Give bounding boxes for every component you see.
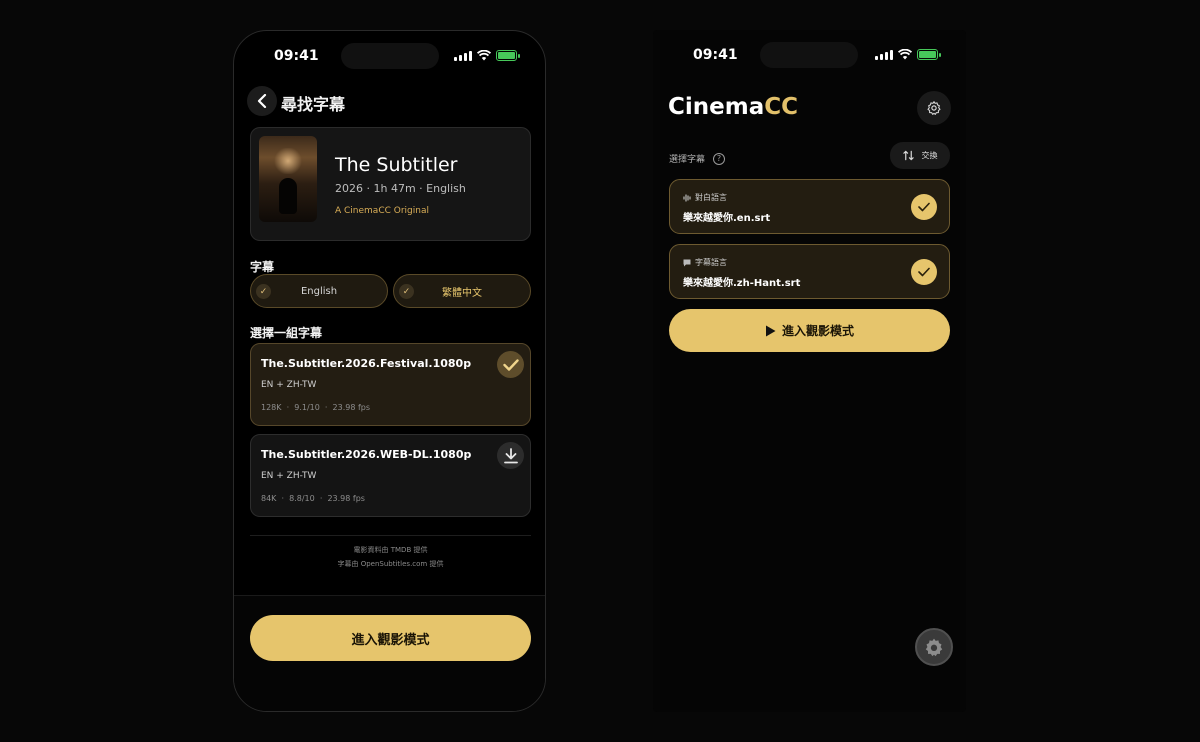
wifi-icon <box>898 49 912 60</box>
tmdb-credit: 電影資料由 TMDB 提供 <box>353 546 428 554</box>
opensubtitles-credit: 字幕由 OpenSubtitles.com 提供 <box>337 560 444 568</box>
wifi-icon <box>477 50 491 61</box>
dynamic-island <box>760 42 858 68</box>
select-subtitles-text: 選擇字幕 <box>669 155 706 165</box>
subtitles-section-label: 字幕 <box>250 260 275 274</box>
choose-set-label: 選擇一組字幕 <box>250 326 323 340</box>
check-icon <box>502 358 519 371</box>
dialogue-language-label: 對白語言 <box>683 192 727 203</box>
subtitle-set-stats: 128K · 9.1/10 · 23.98 fps <box>261 403 371 412</box>
check-icon <box>918 267 930 277</box>
file-label-text: 字幕語言 <box>695 258 727 267</box>
swap-icon <box>902 150 914 161</box>
check-icon: ✓ <box>256 284 271 299</box>
signal-icon <box>454 50 472 61</box>
language-pill-english[interactable]: ✓ English <box>250 274 388 308</box>
movie-meta: 2026 · 1h 47m · English <box>335 182 466 195</box>
dynamic-island <box>341 43 439 69</box>
status-icons <box>454 50 520 61</box>
check-icon: ✓ <box>399 284 414 299</box>
select-subtitles-label: 選擇字幕 ? <box>669 152 726 165</box>
status-icons <box>875 49 941 60</box>
signal-icon <box>875 49 893 60</box>
subtitle-search-screen: 09:41 尋找字幕 The Subtitler 2026 · 1h 47m ·… <box>233 30 546 712</box>
check-icon <box>918 202 930 212</box>
subtitle-set-card[interactable]: The.Subtitler.2026.Festival.1080p EN + Z… <box>250 343 531 426</box>
dialogue-language-file-card[interactable]: 對白語言 樂來越愛你.en.srt <box>669 179 950 234</box>
battery-icon <box>496 50 520 61</box>
settings-button[interactable] <box>917 91 951 125</box>
movie-title: The Subtitler <box>335 154 458 176</box>
swap-button[interactable]: 交換 <box>890 142 950 169</box>
download-button[interactable] <box>497 442 524 469</box>
subtitle-set-stats: 84K · 8.8/10 · 23.98 fps <box>261 494 365 503</box>
selected-check-button[interactable] <box>497 351 524 378</box>
audio-wave-icon <box>683 193 691 202</box>
speech-bubble-icon <box>683 259 691 266</box>
subtitle-set-name: The.Subtitler.2026.WEB-DL.1080p <box>261 448 472 461</box>
status-time: 09:41 <box>274 48 319 64</box>
movie-poster <box>259 136 317 222</box>
gear-icon <box>927 101 941 115</box>
subtitle-language-label: 字幕語言 <box>683 257 727 268</box>
enter-watch-mode-button[interactable]: 進入觀影模式 <box>669 309 950 352</box>
app-title: CinemaCC <box>668 94 798 120</box>
cinemacc-home-screen: 09:41 CinemaCC 選擇字幕 ? 交換 對白語言 樂來越愛你.en.s… <box>653 30 966 712</box>
file-check-button[interactable] <box>911 194 937 220</box>
file-name: 樂來越愛你.en.srt <box>683 213 771 224</box>
swap-label: 交換 <box>921 151 938 160</box>
download-icon <box>503 447 518 463</box>
chevron-left-icon <box>257 94 267 108</box>
subtitle-set-langs: EN + ZH-TW <box>261 380 317 390</box>
enter-watch-mode-button[interactable]: 進入觀影模式 <box>250 615 531 661</box>
subtitle-set-langs: EN + ZH-TW <box>261 471 317 481</box>
subtitle-set-card[interactable]: The.Subtitler.2026.WEB-DL.1080p EN + ZH-… <box>250 434 531 517</box>
movie-info-card: The Subtitler 2026 · 1h 47m · English A … <box>250 127 531 241</box>
language-pill-traditional-chinese[interactable]: ✓ 繁體中文 <box>393 274 531 308</box>
subtitle-language-file-card[interactable]: 字幕語言 樂來越愛你.zh-Hant.srt <box>669 244 950 299</box>
file-name: 樂來越愛你.zh-Hant.srt <box>683 278 801 289</box>
language-label: English <box>300 285 338 297</box>
language-label: 繁體中文 <box>442 287 482 299</box>
back-button[interactable] <box>247 86 277 116</box>
file-check-button[interactable] <box>911 259 937 285</box>
gear-icon <box>925 638 943 657</box>
floating-settings-button[interactable] <box>915 628 953 666</box>
app-title-accent: CC <box>764 94 798 120</box>
original-tag: A CinemaCC Original <box>335 206 429 216</box>
subtitle-set-name: The.Subtitler.2026.Festival.1080p <box>261 357 472 370</box>
watch-label: 進入觀影模式 <box>781 324 854 338</box>
battery-icon <box>917 49 941 60</box>
file-label-text: 對白語言 <box>695 193 727 202</box>
status-time: 09:41 <box>693 47 738 63</box>
help-icon[interactable]: ? <box>713 152 726 165</box>
app-title-main: Cinema <box>668 94 765 120</box>
play-icon <box>765 325 776 336</box>
page-title: 尋找字幕 <box>281 95 346 114</box>
divider <box>250 535 531 536</box>
